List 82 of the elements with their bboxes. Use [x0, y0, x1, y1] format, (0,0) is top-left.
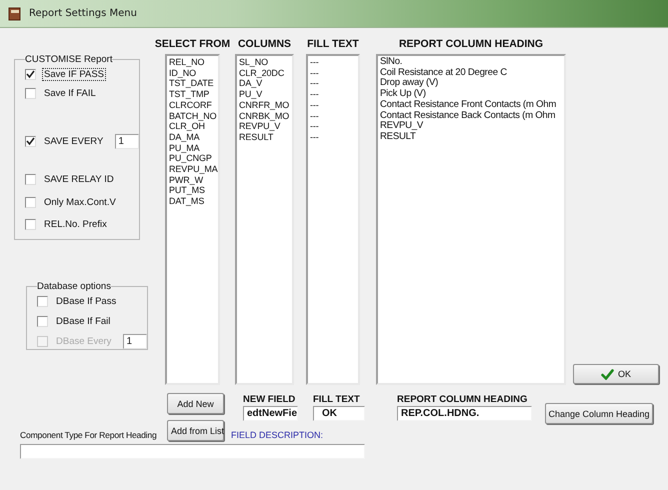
checkbox-label: REL.No. Prefix	[43, 218, 108, 230]
checkbox[interactable]	[25, 136, 36, 146]
list-item[interactable]: ---	[310, 57, 319, 68]
list-item[interactable]: REVPU_V	[239, 121, 280, 132]
checkbox-label: Save IF PASS	[42, 68, 106, 80]
ok-button[interactable]: OK	[573, 364, 659, 384]
field-label: FILL TEXT	[313, 394, 361, 406]
field-label: REPORT COLUMN HEADING	[397, 394, 528, 406]
checkbox[interactable]	[37, 296, 48, 306]
checkbox[interactable]	[25, 88, 36, 98]
list-item[interactable]: CLR_OH	[169, 121, 205, 132]
column-heading-input[interactable]: REP.COL.HDNG.	[397, 406, 532, 421]
component-type-input[interactable]	[20, 444, 365, 459]
list-item[interactable]: DA_V	[239, 78, 262, 90]
list-box[interactable]: SL_NO CLR_20DC DA_V PU_V CNRFR_MO CNRBK_MO REVPU_V RESULT	[235, 54, 294, 385]
checkbox[interactable]	[25, 174, 36, 184]
list-item[interactable]: DA_MA	[169, 132, 200, 143]
number-field[interactable]: 1	[115, 134, 140, 148]
list-item[interactable]: ---	[310, 68, 319, 78]
list-item[interactable]: RESULT	[239, 132, 274, 143]
list-item[interactable]: REL_NO	[169, 57, 204, 68]
list-item[interactable]: PU_CNGP	[169, 153, 212, 164]
checkbox[interactable]	[25, 218, 36, 230]
checkbox-label: DBase If Pass	[55, 294, 118, 308]
checkbox-label: Only Max.Cont.V	[43, 196, 117, 208]
checkbox-label: SAVE EVERY	[43, 134, 104, 148]
checkmark-icon	[600, 368, 614, 380]
list-item[interactable]: PWR_W	[169, 174, 203, 186]
list-item[interactable]: SlNo.	[380, 57, 402, 68]
list-item[interactable]: PU_V	[239, 89, 262, 100]
list-item[interactable]: CLR_20DC	[239, 68, 284, 78]
window-title: Report Settings Menu	[29, 8, 137, 19]
add-new-button[interactable]: Add New	[167, 393, 224, 414]
list-item[interactable]: ---	[310, 110, 319, 122]
column-heading: REPORT COLUMN HEADING	[398, 38, 544, 50]
list-item[interactable]: ---	[310, 100, 319, 111]
list-item[interactable]: DAT_MS	[169, 196, 204, 207]
list-item[interactable]: ---	[310, 121, 319, 132]
checkbox[interactable]	[25, 196, 36, 208]
list-item[interactable]: TST_TMP	[169, 89, 210, 100]
list-item[interactable]: Coil Resistance at 20 Degree C	[380, 68, 507, 78]
field-description-label: FIELD DESCRIPTION:	[230, 430, 324, 441]
list-item[interactable]: RESULT	[380, 132, 416, 143]
column-heading: SELECT FROM	[154, 38, 230, 50]
column-heading: COLUMNS	[238, 38, 292, 50]
list-item[interactable]: ---	[310, 78, 319, 90]
checkbox[interactable]	[37, 316, 48, 326]
list-item[interactable]: ---	[310, 89, 319, 100]
group-title: CUSTOMISE Report	[25, 54, 112, 65]
report-icon	[8, 6, 22, 20]
list-item[interactable]: ---	[310, 132, 319, 143]
list-item[interactable]: CLRCORF	[169, 100, 212, 111]
list-box[interactable]: --- --- --- --- --- --- --- ---	[306, 54, 360, 385]
list-item[interactable]: ID_NO	[169, 68, 196, 78]
fill-text-input[interactable]: OK	[313, 406, 365, 421]
checkbox-label: DBase Every	[55, 334, 112, 348]
list-item[interactable]: Contact Resistance Back Contacts (m Ohm	[380, 110, 556, 122]
list-item[interactable]: TST_DATE	[169, 78, 214, 90]
list-item[interactable]: REVPU_MA	[169, 164, 218, 175]
checkbox[interactable]	[25, 68, 36, 80]
list-item[interactable]: PU_MA	[169, 142, 200, 154]
list-item[interactable]: Pick Up (V)	[380, 89, 426, 100]
list-item[interactable]: BATCH_NO	[169, 110, 217, 122]
change-column-heading-button[interactable]: Change Column Heading	[545, 403, 653, 424]
checkbox-label: Save If FAIL	[43, 86, 97, 100]
add-from-list-button[interactable]: Add from List	[167, 420, 224, 441]
list-item[interactable]: Contact Resistance Front Contacts (m Ohm	[380, 100, 556, 111]
column-heading: FILL TEXT	[307, 38, 359, 50]
list-item[interactable]: SL_NO	[239, 57, 268, 68]
field-label: Component Type For Report Heading	[20, 430, 158, 441]
checkbox-label: SAVE RELAY ID	[43, 172, 115, 186]
list-item[interactable]: PUT_MS	[169, 185, 205, 196]
field-label: NEW FIELD	[243, 394, 296, 406]
list-item[interactable]: REVPU_V	[380, 121, 424, 132]
list-item[interactable]: CNRBK_MO	[239, 110, 290, 122]
group-title: Database options	[37, 281, 111, 292]
checkbox-label: DBase If Fail	[55, 314, 112, 328]
new-field-input[interactable]: edtNewFie	[243, 406, 298, 421]
list-item[interactable]: Drop away (V)	[380, 78, 438, 90]
list-box[interactable]: REL_NO ID_NO TST_DATE TST_TMP CLRCORF BATCH_NO CLR_OH DA_MA PU_MA PU_CNGP REVPU_MA PWR_W PUT_MS DAT_MS	[165, 54, 220, 385]
list-box[interactable]: SlNo. Coil Resistance at 20 Degree C Drop away (V) Pick Up (V) Contact Resistance Front Contacts (m Ohm Contact Resistance Back Contacts (m Ohm REVPU_V RESULT	[376, 54, 566, 385]
list-item[interactable]: CNRFR_MO	[239, 100, 290, 111]
